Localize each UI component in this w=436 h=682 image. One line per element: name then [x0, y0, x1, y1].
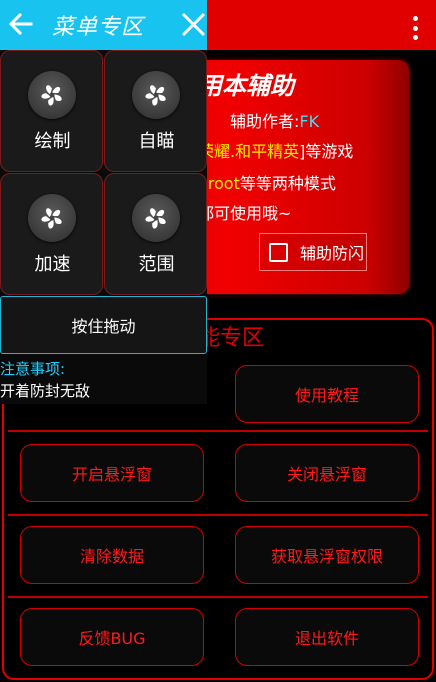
menu-title: 菜单专区: [52, 15, 145, 40]
fan-icon: [132, 71, 180, 119]
panel-divider: [8, 430, 428, 432]
exit-app-button[interactable]: 退出软件: [235, 608, 419, 666]
notice-title: 注意事项:: [0, 360, 66, 378]
games-suffix: ]等游戏: [299, 142, 354, 161]
close-icon[interactable]: [180, 11, 207, 38]
anti-flash-label: 辅助防闪: [300, 244, 365, 263]
panel-divider: [8, 596, 428, 598]
fan-icon: [28, 194, 76, 242]
more-vertical-icon: [412, 16, 418, 40]
tile-label: 范围: [138, 254, 175, 275]
all-usable-text: 都可使用哦~: [198, 204, 292, 223]
tile-label: 自瞄: [138, 131, 175, 152]
open-float-button[interactable]: 开启悬浮窗: [20, 444, 204, 502]
card-title: 用本辅助: [198, 72, 294, 100]
anti-flash-checkbox[interactable]: 辅助防闪: [259, 233, 367, 271]
menu-header: 菜单专区: [0, 0, 207, 50]
notice-text: 开着防封无敌: [0, 382, 91, 400]
feedback-bug-button[interactable]: 反馈BUG: [20, 608, 204, 666]
panel-divider: [8, 514, 428, 516]
floating-menu: 菜单专区 绘制 自瞄 加速 范围 按住拖动 注意事项: 开着防封无敌: [0, 0, 207, 404]
feature-panel-title: 能专区: [198, 326, 265, 351]
tile-label: 加速: [34, 254, 71, 275]
tile-aim[interactable]: 自瞄: [104, 50, 207, 172]
tile-speed[interactable]: 加速: [0, 173, 103, 295]
tile-draw[interactable]: 绘制: [0, 50, 103, 172]
tile-range[interactable]: 范围: [104, 173, 207, 295]
close-float-button[interactable]: 关闭悬浮窗: [235, 444, 419, 502]
mode-suffix: 等等两种模式: [239, 174, 336, 193]
tutorial-button[interactable]: 使用教程: [235, 365, 419, 423]
games-line: 荣耀.和平精英]等游戏: [198, 138, 353, 162]
author-line: 辅助作者:FK: [196, 108, 319, 132]
author-value: FK: [299, 112, 320, 131]
fan-icon: [28, 71, 76, 119]
float-permission-button[interactable]: 获取悬浮窗权限: [235, 526, 419, 584]
checkbox-box[interactable]: [269, 242, 288, 262]
drag-handle[interactable]: 按住拖动: [0, 296, 207, 354]
arrow-left-icon[interactable]: [6, 9, 36, 39]
clear-data-button[interactable]: 清除数据: [20, 526, 204, 584]
overflow-menu-button[interactable]: [406, 4, 432, 44]
mode-line: oroot等等两种模式: [198, 170, 336, 194]
games-highlight: 荣耀.和平精英: [198, 142, 300, 161]
tile-label: 绘制: [34, 131, 71, 152]
fan-icon: [132, 194, 180, 242]
author-label: 辅助作者:: [230, 112, 300, 131]
